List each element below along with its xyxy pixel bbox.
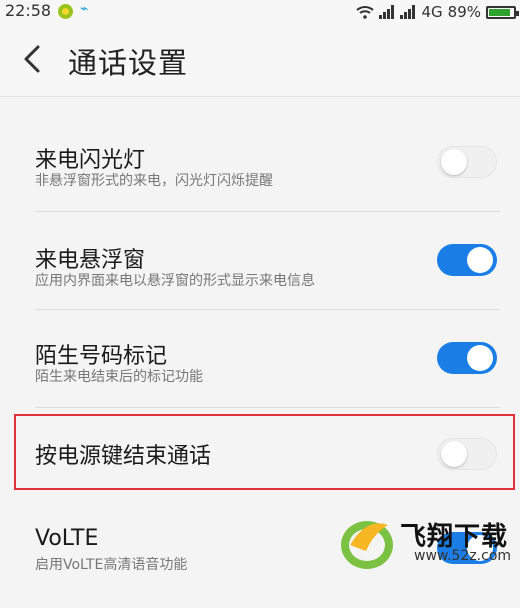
- setting-subtitle: 应用内界面来电以悬浮窗的形式显示来电信息: [35, 273, 315, 289]
- usb-icon: ⌁: [80, 1, 89, 17]
- setting-toggle[interactable]: [437, 342, 497, 374]
- toggle-knob: [441, 149, 467, 175]
- setting-row[interactable]: 来电闪光灯 非悬浮窗形式的来电，闪光灯闪烁提醒: [0, 110, 520, 212]
- wifi-icon: [356, 6, 375, 19]
- signal-icon-2: [400, 5, 416, 19]
- signal-icon: [379, 5, 395, 19]
- setting-toggle[interactable]: [437, 146, 497, 178]
- setting-subtitle: 陌生来电结束后的标记功能: [35, 369, 203, 385]
- watermark: 飞翔下载 www.52z.com: [336, 514, 520, 572]
- status-time: 22:58: [5, 1, 52, 20]
- setting-row[interactable]: 陌生号码标记 陌生来电结束后的标记功能: [0, 310, 520, 408]
- setting-subtitle: 非悬浮窗形式的来电，闪光灯闪烁提醒: [35, 173, 273, 189]
- highlight-box: [14, 414, 515, 490]
- setting-title: VoLTE: [35, 526, 99, 551]
- page-title: 通话设置: [68, 46, 189, 80]
- watermark-logo-icon: [341, 521, 393, 569]
- chevron-left-icon[interactable]: [18, 42, 48, 76]
- watermark-url: www.52z.com: [414, 548, 512, 564]
- toggle-knob: [467, 345, 493, 371]
- battery-icon: [486, 5, 519, 19]
- status-indicators: 4G 89%: [356, 1, 519, 23]
- status-bar: 22:58 ⌁ 4G 89%: [0, 0, 520, 24]
- setting-row[interactable]: 来电悬浮窗 应用内界面来电以悬浮窗的形式显示来电信息: [0, 212, 520, 310]
- toggle-knob: [467, 247, 493, 273]
- app-notification-icon: [58, 4, 73, 19]
- setting-toggle[interactable]: [437, 244, 497, 276]
- battery-percent: 89%: [447, 3, 481, 21]
- app-header: 通话设置: [0, 24, 520, 97]
- network-type: 4G: [421, 3, 443, 21]
- setting-subtitle: 启用VoLTE高清语音功能: [35, 557, 188, 573]
